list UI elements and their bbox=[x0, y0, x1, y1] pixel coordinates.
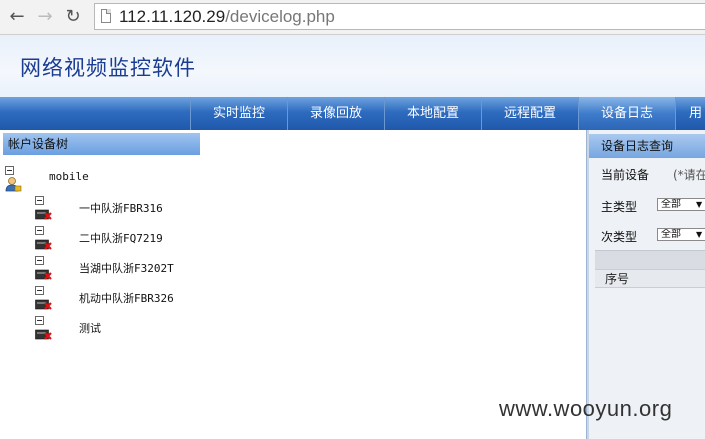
results-toolbar bbox=[595, 250, 705, 270]
forward-arrow-icon[interactable]: → bbox=[34, 6, 56, 28]
offline-device-icon bbox=[35, 269, 52, 280]
watermark-text: www.wooyun.org bbox=[499, 396, 673, 421]
log-query-header: 设备日志查询 bbox=[589, 134, 705, 158]
sub-type-select[interactable]: 全部 ▼ bbox=[657, 228, 705, 241]
tree-device-label[interactable]: 二中队浙FQ7219 bbox=[79, 230, 163, 246]
tab-remote-config[interactable]: 远程配置 bbox=[481, 97, 578, 130]
main-type-value: 全部 bbox=[661, 199, 681, 210]
dropdown-arrow-icon: ▼ bbox=[696, 230, 703, 239]
sub-type-label: 次类型 bbox=[601, 230, 638, 244]
tab-local-config[interactable]: 本地配置 bbox=[384, 97, 481, 130]
url-text: 112.11.120.29/devicelog.php bbox=[119, 7, 335, 26]
collapse-toggle[interactable] bbox=[35, 226, 44, 235]
collapse-toggle[interactable] bbox=[5, 166, 14, 175]
user-account-icon bbox=[5, 177, 22, 192]
collapse-toggle[interactable] bbox=[35, 316, 44, 325]
sub-type-value: 全部 bbox=[661, 229, 681, 240]
offline-device-icon bbox=[35, 329, 52, 340]
tree-device-label[interactable]: 一中队浙FBR316 bbox=[79, 200, 163, 216]
tree-device-label[interactable]: 当湖中队浙F3202T bbox=[79, 260, 174, 276]
app-header: 网络视频监控软件 bbox=[0, 35, 705, 97]
device-tree: mobile 一中队浙FBR316 二中队浙FQ7219 当湖中队浙F3202T… bbox=[0, 158, 200, 358]
tab-playback[interactable]: 录像回放 bbox=[287, 97, 384, 130]
app-title: 网络视频监控软件 bbox=[20, 56, 196, 80]
column-header-index[interactable]: 序号 bbox=[595, 269, 705, 288]
tab-device-log[interactable]: 设备日志 bbox=[578, 97, 675, 130]
collapse-toggle[interactable] bbox=[35, 286, 44, 295]
offline-device-icon bbox=[35, 209, 52, 220]
offline-device-icon bbox=[35, 299, 52, 310]
collapse-toggle[interactable] bbox=[35, 256, 44, 265]
log-query-panel: 设备日志查询 当前设备 (*请在 主类型 全部 ▼ 次类型 全部 ▼ 序号 bbox=[589, 130, 705, 439]
main-nav: 实时监控 录像回放 本地配置 远程配置 设备日志 用 bbox=[0, 97, 705, 130]
tree-device-label[interactable]: 机动中队浙FBR326 bbox=[79, 290, 174, 306]
offline-device-icon bbox=[35, 239, 52, 250]
tree-root-label[interactable]: mobile bbox=[49, 170, 89, 183]
tab-live-monitor[interactable]: 实时监控 bbox=[190, 97, 287, 130]
browser-toolbar: ← → ↻ 112.11.120.29/devicelog.php bbox=[0, 0, 705, 35]
main-type-select[interactable]: 全部 ▼ bbox=[657, 198, 705, 211]
current-device-label: 当前设备 bbox=[601, 168, 650, 182]
back-arrow-icon[interactable]: ← bbox=[6, 6, 28, 28]
tab-user[interactable]: 用 bbox=[675, 97, 705, 130]
dropdown-arrow-icon: ▼ bbox=[696, 200, 703, 209]
device-tree-header: 帐户设备树 bbox=[3, 133, 200, 155]
tree-device-label[interactable]: 测试 bbox=[79, 320, 101, 336]
page-icon bbox=[101, 9, 111, 23]
collapse-toggle[interactable] bbox=[35, 196, 44, 205]
current-device-hint: (*请在 bbox=[673, 168, 705, 182]
reload-icon[interactable]: ↻ bbox=[62, 6, 84, 28]
main-type-label: 主类型 bbox=[601, 200, 638, 214]
address-bar[interactable]: 112.11.120.29/devicelog.php bbox=[94, 3, 705, 30]
